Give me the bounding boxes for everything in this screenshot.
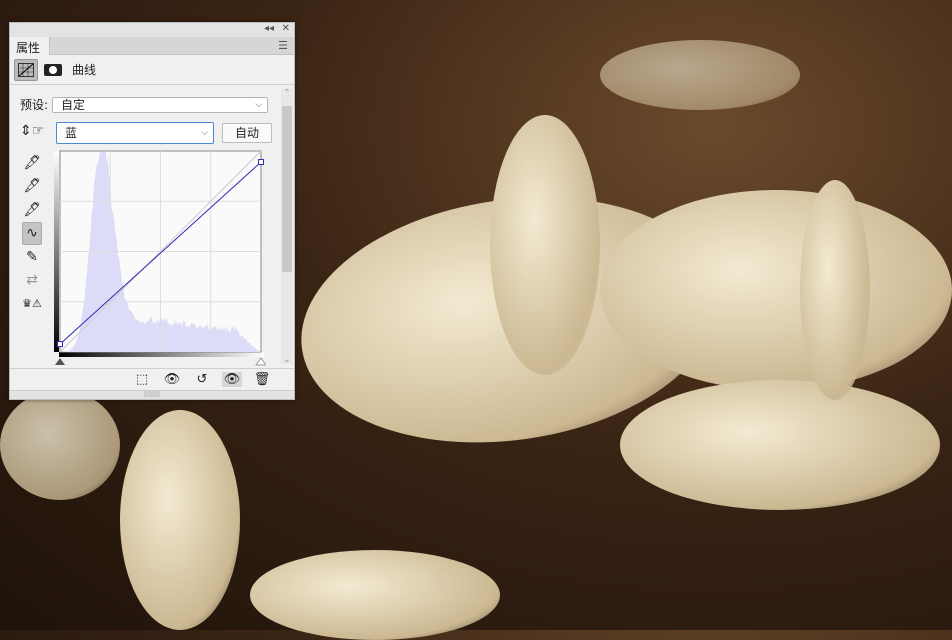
preset-label: 预设: bbox=[20, 96, 48, 113]
clipping-warning-icon[interactable]: ♛⚠ bbox=[22, 292, 42, 316]
auto-button[interactable]: 自动 bbox=[222, 123, 272, 143]
targeted-adjustment-icon[interactable]: ⇕☞ bbox=[20, 123, 44, 139]
channel-value: 蓝 bbox=[65, 126, 77, 140]
chevron-down-icon: ⌵ bbox=[201, 123, 208, 143]
preset-value: 自定 bbox=[61, 98, 85, 112]
output-gradient bbox=[54, 151, 59, 352]
white-point-eyedropper-icon[interactable]: 🖋 bbox=[22, 198, 42, 222]
white-slider[interactable] bbox=[256, 358, 266, 365]
scroll-up-icon[interactable]: ⌃ bbox=[281, 88, 293, 97]
black-slider[interactable] bbox=[55, 358, 65, 365]
mask-icon[interactable] bbox=[44, 64, 62, 76]
visibility-icon[interactable]: 👁 bbox=[222, 372, 242, 387]
curves-graph[interactable] bbox=[54, 149, 266, 369]
scrollbar[interactable]: ⌃ ⌄ bbox=[281, 88, 293, 364]
properties-panel: ◂◂ ✕ 属性 ☰ 曲线 预设: 自定 ⌵ ⇕☞ 蓝 ⌵ 自动 🖋 🖋 🖋 ∿ ✎ … bbox=[9, 22, 295, 400]
clip-to-layer-icon[interactable]: ⬚ bbox=[132, 372, 152, 387]
tab-properties[interactable]: 属性 bbox=[10, 37, 50, 55]
view-previous-state-icon[interactable]: 👁 bbox=[162, 372, 182, 387]
panel-menu-icon[interactable]: ☰ bbox=[278, 39, 288, 52]
black-point-eyedropper-icon[interactable]: 🖋 bbox=[22, 151, 42, 175]
curve-edit-icon[interactable]: ∿ bbox=[22, 222, 42, 246]
adjustment-name: 曲线 bbox=[72, 61, 96, 78]
curve-point[interactable] bbox=[259, 160, 264, 165]
gray-point-eyedropper-icon[interactable]: 🖋 bbox=[22, 175, 42, 199]
chevron-down-icon: ⌵ bbox=[255, 98, 262, 112]
pencil-icon[interactable]: ✎ bbox=[22, 245, 42, 269]
preset-select[interactable]: 自定 ⌵ bbox=[52, 97, 268, 113]
close-icon[interactable]: ✕ bbox=[282, 23, 290, 34]
reset-icon[interactable]: ↺ bbox=[192, 372, 212, 387]
trash-icon[interactable]: 🗑 bbox=[252, 372, 272, 387]
channel-select[interactable]: 蓝 ⌵ bbox=[56, 122, 214, 144]
resize-grip[interactable]: |||||||| bbox=[10, 390, 294, 399]
scrollbar-thumb[interactable] bbox=[282, 106, 292, 272]
curves-adjustment-icon[interactable] bbox=[14, 59, 38, 81]
curve-point[interactable] bbox=[58, 342, 63, 347]
scroll-down-icon[interactable]: ⌄ bbox=[281, 355, 293, 364]
input-gradient bbox=[59, 352, 264, 357]
collapse-icon[interactable]: ◂◂ bbox=[264, 23, 274, 34]
smooth-icon[interactable]: ⇄ bbox=[22, 269, 42, 293]
